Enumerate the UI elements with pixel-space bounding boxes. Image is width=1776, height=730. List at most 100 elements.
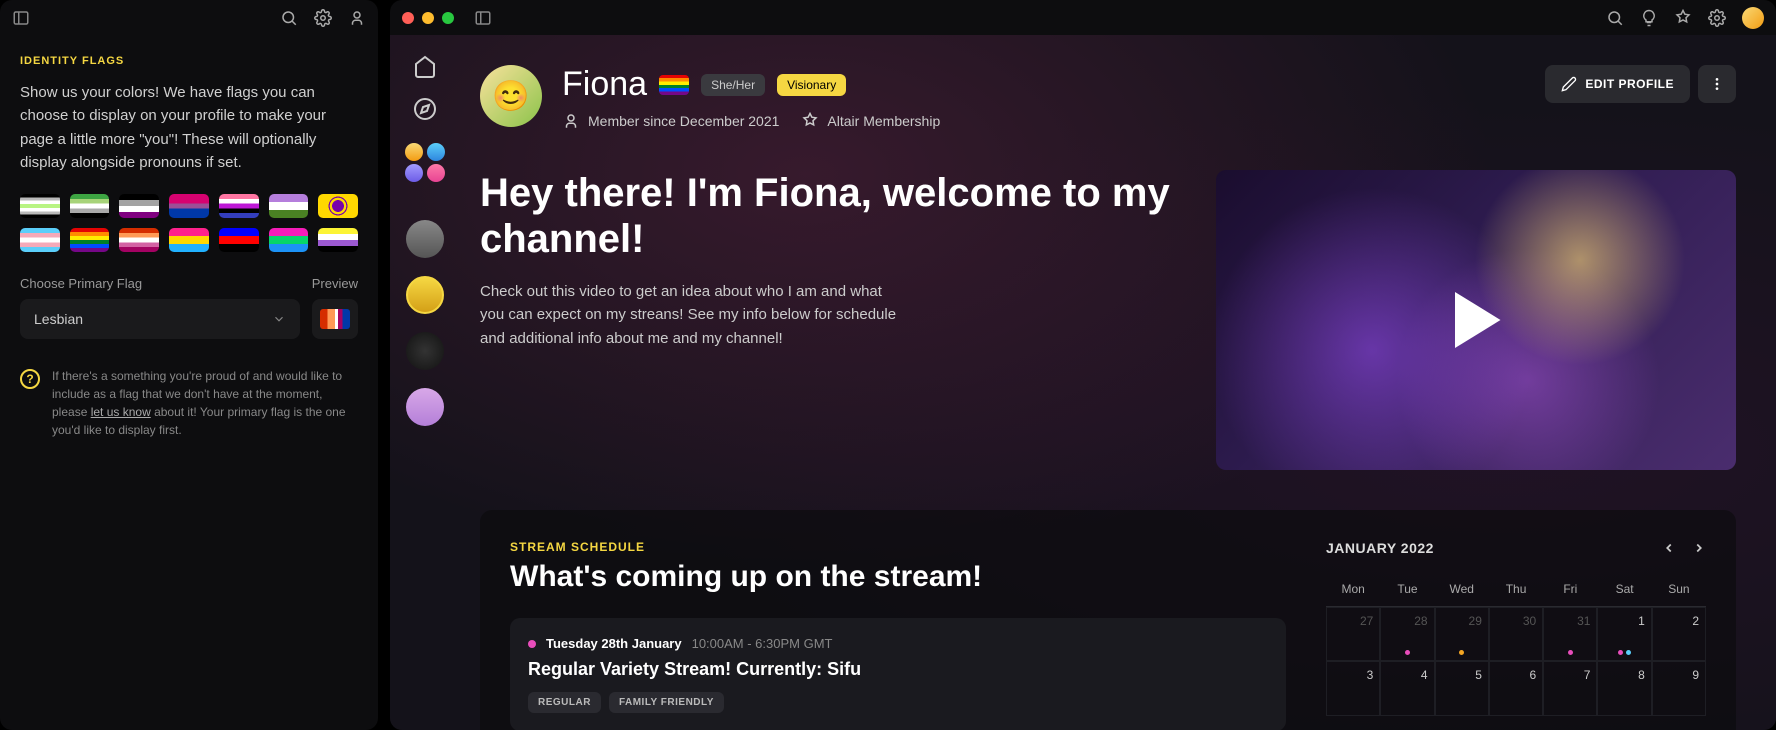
user-icon[interactable]: [348, 9, 366, 27]
calendar-cell[interactable]: 9: [1652, 661, 1706, 715]
sidebar-toggle-icon[interactable]: [474, 9, 492, 27]
help-link[interactable]: let us know: [91, 405, 151, 419]
calendar-cell[interactable]: 28: [1380, 607, 1434, 661]
channel-avatar[interactable]: [406, 388, 444, 426]
calendar-day-header: Thu: [1489, 572, 1543, 607]
lightbulb-icon[interactable]: [1640, 9, 1658, 27]
section-description: Show us your colors! We have flags you c…: [20, 81, 358, 174]
prev-month-icon[interactable]: [1662, 541, 1676, 555]
chevron-down-icon: [272, 312, 286, 326]
select-value: Lesbian: [34, 311, 83, 327]
flag-trans[interactable]: [20, 228, 60, 252]
calendar-cell[interactable]: 5: [1435, 661, 1489, 715]
calendar-cell[interactable]: 8: [1597, 661, 1651, 715]
calendar-month: JANUARY 2022: [1326, 540, 1434, 556]
flag-agender[interactable]: [20, 194, 60, 218]
user-avatar[interactable]: [1742, 7, 1764, 29]
calendar-cell[interactable]: 31: [1543, 607, 1597, 661]
sidebar-toggle-icon[interactable]: [12, 9, 30, 27]
flag-asexual[interactable]: [119, 194, 159, 218]
flag-intersex[interactable]: [318, 194, 358, 218]
schedule-title: What's coming up on the stream!: [510, 560, 1286, 594]
calendar-cell[interactable]: 30: [1489, 607, 1543, 661]
profile-name: Fiona: [562, 65, 647, 104]
profile-avatar[interactable]: 😊: [480, 65, 542, 127]
flag-rainbow[interactable]: [70, 228, 110, 252]
compass-icon[interactable]: [413, 97, 437, 121]
settings-icon[interactable]: [314, 9, 332, 27]
close-window-icon[interactable]: [402, 12, 414, 24]
more-vertical-icon: [1709, 76, 1725, 92]
event-title: Regular Variety Stream! Currently: Sifu: [528, 659, 1268, 680]
flag-polysex[interactable]: [269, 228, 309, 252]
membership-tier: Altair Membership: [827, 113, 940, 129]
more-button[interactable]: [1698, 65, 1736, 103]
pronouns-badge: She/Her: [701, 74, 765, 96]
event-dot-icon: [528, 640, 536, 648]
channel-avatar[interactable]: [406, 332, 444, 370]
member-since: Member since December 2021: [588, 113, 779, 129]
identity-flags-panel: IDENTITY FLAGS Show us your colors! We h…: [0, 0, 378, 730]
calendar-cell[interactable]: 6: [1489, 661, 1543, 715]
edit-profile-button[interactable]: EDIT PROFILE: [1545, 65, 1690, 103]
channel-avatar[interactable]: [406, 220, 444, 258]
minimize-window-icon[interactable]: [422, 12, 434, 24]
flag-nb[interactable]: [318, 228, 358, 252]
profile-flag-icon: [659, 75, 689, 95]
event-tag: REGULAR: [528, 692, 601, 713]
preview-box: [312, 299, 358, 339]
main-panel: 😊 Fiona She/Her Visionary Member since D…: [390, 0, 1776, 730]
flag-genderqueer[interactable]: [269, 194, 309, 218]
flag-polyam[interactable]: [219, 228, 259, 252]
calendar-day-header: Tue: [1380, 572, 1434, 607]
calendar-cell[interactable]: 4: [1380, 661, 1434, 715]
badge-icon: [801, 112, 819, 130]
preview-label: Preview: [312, 276, 358, 291]
calendar-cell[interactable]: 7: [1543, 661, 1597, 715]
flag-aromantic[interactable]: [70, 194, 110, 218]
event-time: 10:00AM - 6:30PM GMT: [692, 636, 833, 651]
play-icon: [1441, 285, 1511, 355]
search-icon[interactable]: [1606, 9, 1624, 27]
extensions-icon[interactable]: [1674, 9, 1692, 27]
calendar-day-header: Mon: [1326, 572, 1380, 607]
calendar-cell[interactable]: 2: [1652, 607, 1706, 661]
hero-title: Hey there! I'm Fiona, welcome to my chan…: [480, 170, 1176, 262]
user-icon: [562, 112, 580, 130]
home-icon[interactable]: [413, 55, 437, 79]
primary-flag-select[interactable]: Lesbian: [20, 299, 300, 339]
maximize-window-icon[interactable]: [442, 12, 454, 24]
primary-flag-label: Choose Primary Flag: [20, 276, 300, 291]
friends-cluster[interactable]: [405, 143, 445, 182]
search-icon[interactable]: [280, 9, 298, 27]
hero-description: Check out this video to get an idea abou…: [480, 280, 900, 350]
event-card[interactable]: Tuesday 28th January 10:00AM - 6:30PM GM…: [510, 618, 1286, 730]
calendar: JANUARY 2022 MonTueWedThuFriSatSun272829…: [1326, 540, 1706, 730]
calendar-day-header: Sat: [1597, 572, 1651, 607]
intro-video[interactable]: [1216, 170, 1736, 470]
next-month-icon[interactable]: [1692, 541, 1706, 555]
flag-bi[interactable]: [169, 194, 209, 218]
channel-avatar[interactable]: [406, 276, 444, 314]
settings-icon[interactable]: [1708, 9, 1726, 27]
tier-badge: Visionary: [777, 74, 846, 96]
preview-flag: [320, 309, 350, 329]
event-tag: FAMILY FRIENDLY: [609, 692, 724, 713]
calendar-day-header: Fri: [1543, 572, 1597, 607]
flag-genderfluid[interactable]: [219, 194, 259, 218]
pencil-icon: [1561, 76, 1577, 92]
section-title: IDENTITY FLAGS: [20, 55, 358, 67]
event-date: Tuesday 28th January: [546, 636, 682, 651]
calendar-cell[interactable]: 29: [1435, 607, 1489, 661]
calendar-cell[interactable]: 27: [1326, 607, 1380, 661]
flags-grid: [20, 194, 358, 252]
nav-rail: [390, 35, 460, 730]
help-text: If there's a something you're proud of a…: [52, 367, 358, 439]
calendar-cell[interactable]: 3: [1326, 661, 1380, 715]
calendar-cell[interactable]: 1: [1597, 607, 1651, 661]
flag-pan[interactable]: [169, 228, 209, 252]
flag-lesbian[interactable]: [119, 228, 159, 252]
schedule-label: STREAM SCHEDULE: [510, 540, 1286, 554]
window-controls[interactable]: [402, 12, 454, 24]
help-icon: ?: [20, 369, 40, 389]
